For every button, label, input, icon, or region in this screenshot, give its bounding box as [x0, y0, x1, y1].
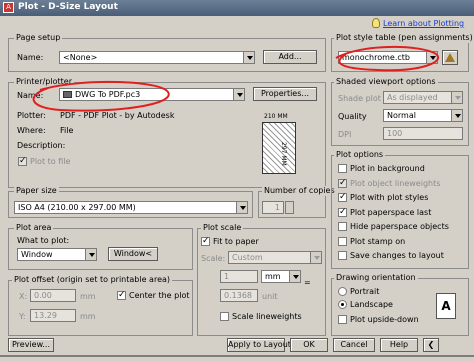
- annotation-overlay: [0, 45, 474, 357]
- annotation-circle-printer: [32, 81, 170, 112]
- annotation-circle-style-table: [335, 45, 439, 72]
